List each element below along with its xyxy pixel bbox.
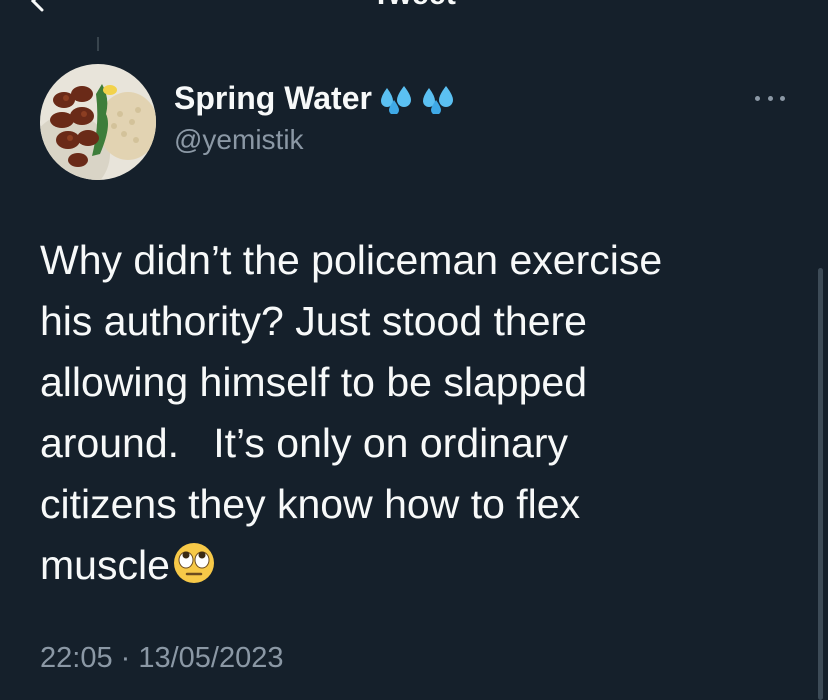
thread-connector-line — [97, 37, 99, 51]
tweet-timestamp[interactable]: 22:05 · 13/05/2023 — [40, 642, 283, 675]
more-options-icon[interactable] — [755, 88, 785, 108]
page-title: Tweet — [0, 0, 828, 12]
tweet-text: Why didn’t the policeman exercise his au… — [40, 230, 780, 596]
sweat-droplets-icon — [380, 85, 411, 114]
author-handle[interactable]: @yemistik — [174, 124, 304, 156]
tweet-body: Why didn’t the policeman exercise his au… — [40, 237, 663, 588]
avatar-food-image — [40, 64, 156, 180]
avatar[interactable] — [40, 64, 156, 180]
scrollbar[interactable] — [818, 268, 823, 700]
face-with-rolling-eyes-icon — [173, 543, 214, 583]
author-display-name[interactable]: Spring Water — [174, 80, 372, 117]
sweat-droplets-icon — [422, 85, 453, 114]
top-navigation-bar: Tweet — [0, 0, 828, 14]
author-display-name-row[interactable]: Spring Water — [174, 80, 456, 117]
tweet-detail-page: Tweet — [0, 0, 828, 700]
